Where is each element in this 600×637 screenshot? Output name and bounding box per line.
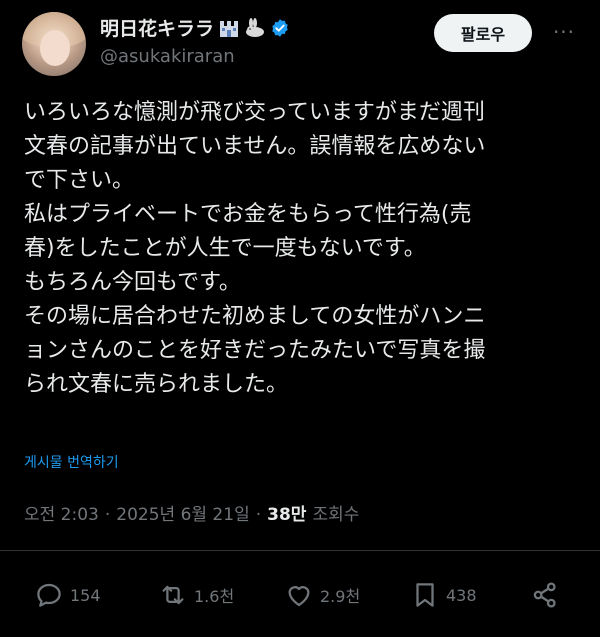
reply-icon [37,583,61,607]
more-icon[interactable]: ··· [546,20,582,44]
reply-button[interactable]: 154 [34,580,101,610]
repost-button[interactable]: 1.6천 [158,580,234,610]
like-icon [288,586,310,607]
follow-button[interactable]: 팔로우 [434,14,532,52]
tweet-text-line: で下さい。 [24,168,135,193]
tweet-text-line: もちろん今回もです。 [24,270,241,295]
tweet-text-line: ョンさんのことを好きだったみたいで写真を撮 [24,338,486,363]
views-count: 38만 [267,505,307,525]
repost-icon [162,585,184,605]
user-handle[interactable]: @asukakiraran [100,46,235,67]
share-icon [533,582,556,608]
tweet-text-line: いろいろな憶測が飛び交っていますがまだ週刊 [24,100,485,125]
tweet-header: 明日花キララ @asukakiraran 팔로우 ··· [22,12,582,80]
meta-separator: · [255,505,262,525]
bookmark-button[interactable]: 438 [410,580,477,610]
repost-count: 1.6천 [194,587,235,606]
translate-post-link[interactable]: 게시물 번역하기 [24,452,119,472]
tweet-text: いろいろな憶測が飛び交っていますがまだ週刊 文春の記事が出ていません。誤情報を広… [24,96,580,402]
post-time[interactable]: 오전 2:03 [24,500,99,525]
post-date[interactable]: 2025년 6월 21일 [116,500,249,525]
verified-badge-icon [272,18,288,37]
castle-emoji-icon [220,20,239,37]
action-bar: 154 1.6천 2.9천 438 [34,580,574,612]
views-label: 조회수 [312,505,360,525]
display-name[interactable]: 明日花キララ [100,14,214,41]
tweet-text-line: その場に居合わせた初めましての女性がハンニ [24,304,486,329]
avatar-face [40,30,70,66]
bookmark-icon [416,583,434,607]
bookmark-count: 438 [446,585,477,605]
divider [0,550,600,551]
name-row: 明日花キララ [100,14,290,41]
tweet-text-line: 春)をしたことが人生で一度もないです。 [24,236,426,261]
like-count: 2.9천 [320,587,361,606]
like-button[interactable]: 2.9천 [284,580,360,610]
tweet-text-line: 私はプライベートでお金をもらって性行為(売 [24,202,472,227]
tweet-meta: 오전 2:03 · 2025년 6월 21일 · 38만 조회수 [24,500,359,525]
tweet-text-line: られ文春に売られました。 [24,372,289,397]
rabbit-emoji-icon [246,17,265,37]
avatar[interactable] [22,12,86,76]
share-button[interactable] [530,580,560,610]
meta-separator: · [104,505,111,525]
tweet-text-line: 文春の記事が出ていません。誤情報を広めない [24,134,486,159]
reply-count: 154 [70,585,101,605]
